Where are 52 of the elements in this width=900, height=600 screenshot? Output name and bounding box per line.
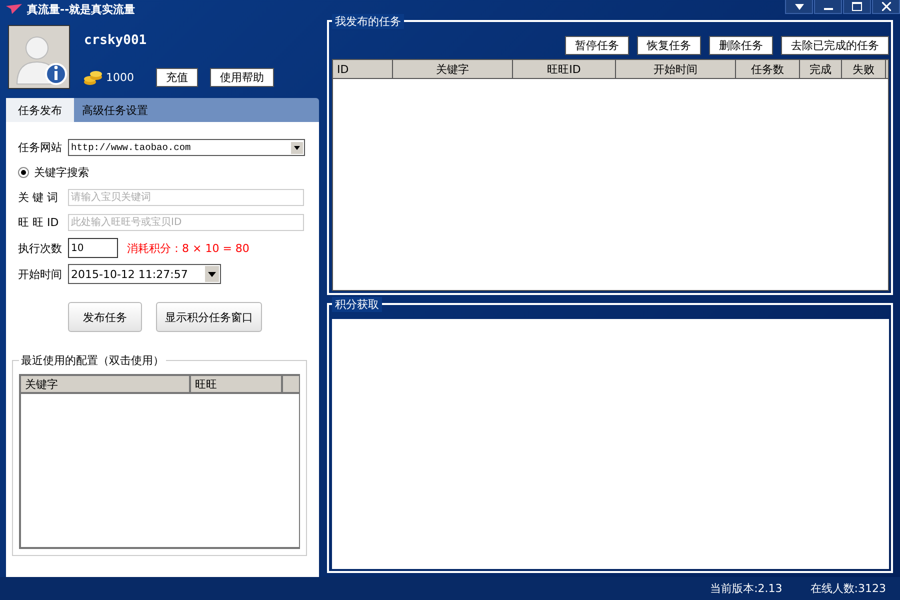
maximize-icon — [852, 2, 862, 11]
radio-label: 关键字搜索 — [34, 165, 89, 180]
column-header[interactable]: ID — [333, 60, 393, 78]
caret-icon — [794, 4, 804, 10]
close-icon — [882, 2, 890, 11]
header-button[interactable]: 使用帮助 — [210, 68, 274, 87]
wangwang-id-field[interactable]: 此处输入旺旺号或宝贝ID — [68, 214, 304, 231]
close-button[interactable] — [872, 0, 900, 14]
username: crsky001 — [84, 33, 148, 48]
version-text: 当前版本:2.13 — [710, 581, 782, 596]
radio-button[interactable] — [18, 167, 29, 178]
column-header[interactable]: 任务数 — [736, 60, 800, 78]
column-header[interactable]: 关键字 — [21, 376, 191, 392]
minimize-button[interactable] — [814, 0, 842, 14]
task-button[interactable]: 恢复任务 — [637, 36, 701, 55]
avatar-icon — [8, 25, 70, 89]
field-label: 执行次数 — [18, 240, 63, 256]
recent-config-list[interactable]: 关键字 旺旺 — [19, 374, 300, 549]
task-button[interactable]: 删除任务 — [709, 36, 773, 55]
count-field[interactable]: 10 — [68, 238, 118, 258]
start-time-dropdown[interactable]: 2015-10-12 11:27:57 — [68, 264, 221, 284]
website-dropdown[interactable]: http://www.taobao.com — [68, 139, 305, 156]
cost-text: 消耗积分：8 × 10 = 80 — [127, 240, 250, 256]
task-button[interactable]: 暂停任务 — [565, 36, 629, 55]
task-button[interactable]: 去除已完成的任务 — [781, 36, 889, 55]
window-title: 真流量--就是真实流量 — [27, 2, 136, 16]
action-button[interactable]: 发布任务 — [68, 302, 142, 332]
task-table[interactable]: ID 关键字 旺旺ID 开始时间 任务数 完成 失败 — [332, 59, 889, 291]
tab[interactable]: 任务发布 — [6, 98, 74, 122]
column-header[interactable]: 关键字 — [393, 60, 513, 78]
logo-icon — [6, 4, 22, 14]
column-header[interactable]: 开始时间 — [616, 60, 736, 78]
online-count: 在线人数:3123 — [810, 581, 886, 596]
column-header[interactable]: 失败 — [842, 60, 886, 78]
header-button[interactable]: 充值 — [156, 68, 198, 87]
field-label: 任务网站 — [18, 140, 63, 155]
column-header[interactable]: 旺旺ID — [513, 60, 616, 78]
group-title: 最近使用的配置（双击使用） — [19, 353, 166, 368]
maximize-button[interactable] — [843, 0, 871, 14]
field-label: 开始时间 — [18, 266, 63, 282]
field-label: 旺 旺 ID — [18, 215, 60, 230]
column-header[interactable]: 旺旺 — [191, 376, 283, 392]
points-count: 1000 — [106, 71, 134, 84]
column-header[interactable]: 完成 — [800, 60, 842, 78]
dropdown-button[interactable] — [785, 0, 813, 14]
tab[interactable]: 高级任务设置 — [74, 98, 154, 122]
group-title: 积分获取 — [332, 297, 382, 312]
coins-icon — [84, 70, 102, 86]
action-button[interactable]: 显示积分任务窗口 — [156, 302, 262, 332]
keyword-field[interactable]: 请输入宝贝关键词 — [68, 189, 304, 206]
field-label: 关 键 词 — [18, 190, 59, 205]
group-title: 我发布的任务 — [332, 14, 404, 29]
